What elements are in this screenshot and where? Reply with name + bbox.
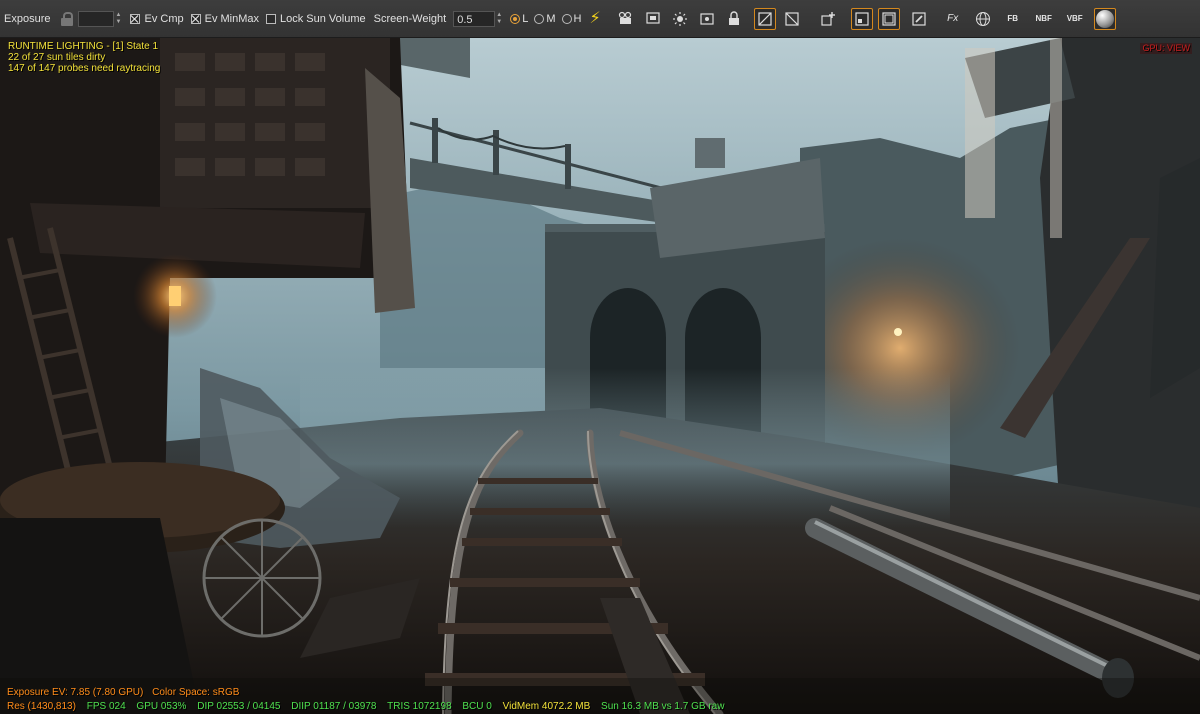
3d-viewport[interactable]: RUNTIME LIGHTING - [1] State 1 22 of 27 … <box>0 38 1200 714</box>
color-space: Color Space: sRGB <box>152 687 240 698</box>
stat-vidmem: VidMem 4072.2 MB <box>502 701 591 712</box>
fx-button[interactable]: Fx <box>942 8 964 30</box>
stat-dip: DIP 02553 / 04145 <box>197 701 281 712</box>
render-stats: Res (1430,813) FPS 024 GPU 053% DIP 0255… <box>7 701 732 712</box>
stat-sun: Sun 16.3 MB vs 1.7 GB raw <box>601 701 725 712</box>
sun-icon <box>672 11 687 26</box>
exposure-label: Exposure <box>4 12 51 25</box>
ev-minmax-checkbox[interactable]: Ev MinMax <box>190 12 260 25</box>
stat-gpu: GPU 053% <box>136 701 187 712</box>
add-object-button[interactable] <box>817 8 839 30</box>
lighting-title: RUNTIME LIGHTING - [1] State 1 <box>8 41 159 52</box>
sun-tiles-status: 22 of 27 sun tiles dirty <box>8 52 106 63</box>
frame-select-button[interactable] <box>850 7 873 30</box>
grid-2d-button[interactable] <box>781 8 803 30</box>
spinner-up-icon[interactable]: ▲ <box>115 12 123 19</box>
fb-label: FB <box>1007 14 1019 23</box>
lock-sun-volume-checkbox[interactable]: Lock Sun Volume <box>266 13 366 25</box>
grid-2d-icon <box>785 11 799 26</box>
stat-fps: FPS 024 <box>86 701 126 712</box>
radio-empty-icon <box>534 13 545 24</box>
spinner-up-icon[interactable]: ▲ <box>496 12 504 19</box>
screen-weight-spinner[interactable]: ▲ ▼ <box>496 11 504 27</box>
checkbox-checked-icon <box>130 13 141 24</box>
sun-light-button[interactable] <box>669 8 691 30</box>
stat-diip: DIIP 01187 / 03978 <box>291 701 377 712</box>
ev-cmp-label: Ev Cmp <box>144 12 184 25</box>
probe-3d-icon <box>700 12 714 25</box>
screen-3d-button[interactable] <box>642 8 664 30</box>
stat-bcu: BCU 0 <box>462 701 492 712</box>
probe-3d-button[interactable] <box>696 8 718 30</box>
quality-low-radio[interactable]: L <box>510 13 528 25</box>
grid-3d-button[interactable] <box>753 7 776 30</box>
frame-all-button[interactable] <box>877 7 900 30</box>
edit-button[interactable] <box>908 8 930 30</box>
frame-select-icon <box>855 11 869 26</box>
radio-selected-icon <box>510 13 521 24</box>
lightning-bolt-icon[interactable]: ⚡ <box>589 10 600 27</box>
wireframe-button[interactable] <box>972 8 994 30</box>
gpu-view-badge: GPU: VIEW <box>1140 43 1192 54</box>
quality-high-label: H <box>573 12 582 25</box>
viewport-toolbar: Exposure ▲ ▼ Ev Cmp Ev MinMax Lock Sun Vo… <box>0 0 1200 38</box>
stat-res: Res (1430,813) <box>7 701 76 712</box>
vbf-label: VBF <box>1066 14 1083 23</box>
quality-high-radio[interactable]: H <box>561 12 582 25</box>
exposure-readout: Exposure EV: 7.85 (7.80 GPU) Color Space… <box>7 687 239 698</box>
wireframe-sphere-icon <box>975 11 990 26</box>
quality-mid-label: M <box>546 12 556 25</box>
stat-tris: TRIS 1072198 <box>387 701 452 712</box>
add-object-icon <box>821 11 835 26</box>
fb-button[interactable]: FB <box>1002 8 1024 30</box>
camera-3d-icon <box>618 11 631 24</box>
rendered-scene <box>0 38 1200 714</box>
exposure-input[interactable] <box>78 10 115 27</box>
runtime-lighting-status: RUNTIME LIGHTING - [1] State 1 22 of 27 … <box>8 41 160 74</box>
lock-3d-icon <box>728 10 739 25</box>
probes-status: 147 of 147 probes need raytracing <box>8 63 161 74</box>
lock-icon[interactable] <box>60 11 74 27</box>
grid-3d-icon <box>758 11 772 26</box>
checkbox-empty-icon <box>266 13 277 24</box>
spinner-down-icon[interactable]: ▼ <box>496 19 504 26</box>
screen-3d-icon <box>646 11 660 24</box>
nbf-button[interactable]: NBF <box>1033 8 1055 30</box>
ev-minmax-label: Ev MinMax <box>204 12 260 25</box>
lock-sun-volume-label: Lock Sun Volume <box>280 12 366 25</box>
quality-low-label: L <box>522 12 529 25</box>
quality-mid-radio[interactable]: M <box>534 12 556 25</box>
pencil-icon <box>912 11 926 26</box>
editor-window: Exposure ▲ ▼ Ev Cmp Ev MinMax Lock Sun Vo… <box>0 0 1200 714</box>
camera-3d-button[interactable] <box>615 8 637 30</box>
material-sphere-button[interactable] <box>1093 7 1116 30</box>
sphere-icon <box>1095 9 1114 28</box>
lock-3d-button[interactable] <box>723 8 745 30</box>
spinner-down-icon[interactable]: ▼ <box>115 19 123 26</box>
frame-all-icon <box>882 11 896 26</box>
checkbox-checked-icon <box>190 13 201 24</box>
vbf-button[interactable]: VBF <box>1064 8 1086 30</box>
exposure-spinner[interactable]: ▲ ▼ <box>115 11 123 27</box>
nbf-label: NBF <box>1035 14 1052 23</box>
exposure-ev: Exposure EV: 7.85 (7.80 GPU) <box>7 687 144 698</box>
screen-weight-label: Screen-Weight <box>373 12 447 25</box>
radio-empty-icon <box>561 13 572 24</box>
ev-cmp-checkbox[interactable]: Ev Cmp <box>130 12 184 25</box>
screen-weight-input[interactable]: 0.5 <box>453 10 496 27</box>
